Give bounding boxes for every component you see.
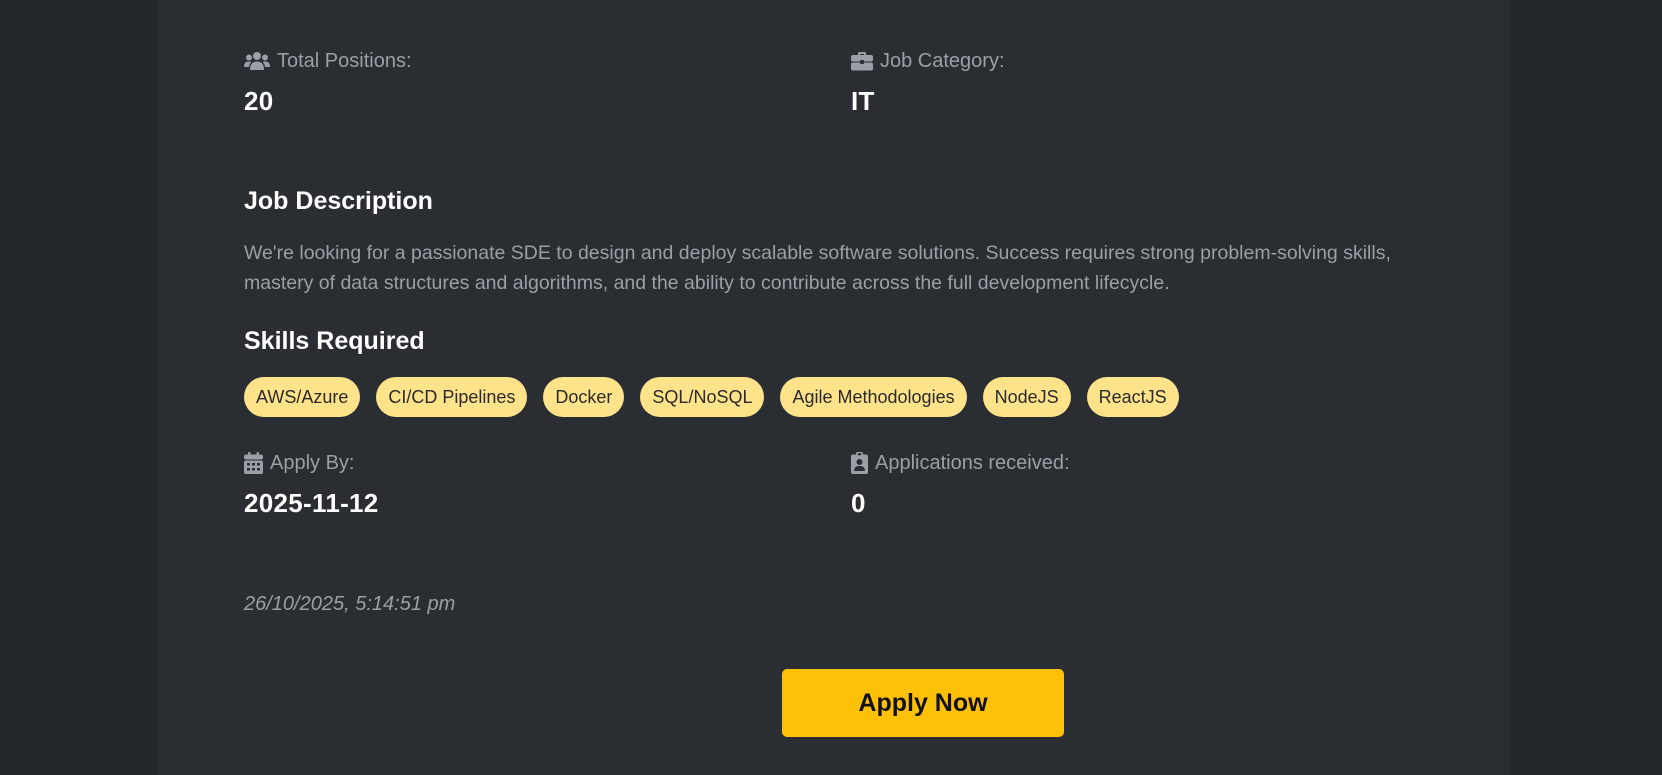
skills-required-title: Skills Required <box>244 327 425 355</box>
applications-received: Applications received: 0 <box>851 450 1070 519</box>
info-row-bottom: Apply By: 2025-11-12 Applications receiv… <box>244 450 1424 530</box>
job-category-label: Job Category: <box>880 49 1005 72</box>
applications-value: 0 <box>851 488 866 518</box>
applications-label-row: Applications received: <box>851 450 1070 476</box>
job-description-text: We're looking for a passionate SDE to de… <box>244 242 1391 294</box>
apply-now-button[interactable]: Apply Now <box>782 669 1064 737</box>
skill-chip: AWS/Azure <box>244 377 361 417</box>
apply-by: Apply By: 2025-11-12 <box>244 450 379 519</box>
job-category-value: IT <box>851 86 875 116</box>
skills-list: AWS/Azure CI/CD Pipelines Docker SQL/NoS… <box>244 377 1179 417</box>
job-category-label-row: Job Category: <box>851 48 1005 74</box>
job-category: Job Category: IT <box>851 48 1005 117</box>
posted-timestamp: 26/10/2025, 5:14:51 pm <box>244 593 456 615</box>
page: Total Positions: 20 Job Category: IT Job… <box>0 0 1662 775</box>
users-icon <box>244 51 270 71</box>
calendar-icon <box>244 452 263 474</box>
skill-chip: Docker <box>543 377 625 417</box>
total-positions: Total Positions: 20 <box>244 48 412 117</box>
apply-by-value: 2025-11-12 <box>244 488 379 518</box>
skill-chip: NodeJS <box>982 377 1071 417</box>
info-row-top: Total Positions: 20 Job Category: IT <box>244 0 1424 125</box>
skill-chip: SQL/NoSQL <box>640 377 765 417</box>
clipboard-user-icon <box>851 452 868 474</box>
briefcase-icon <box>851 51 873 71</box>
skill-chip: ReactJS <box>1086 377 1179 417</box>
job-description-title: Job Description <box>244 187 433 215</box>
skill-chip: CI/CD Pipelines <box>376 377 528 417</box>
apply-by-label-row: Apply By: <box>244 450 379 476</box>
total-positions-label: Total Positions: <box>277 49 412 72</box>
total-positions-value: 20 <box>244 86 274 116</box>
applications-label: Applications received: <box>875 451 1070 474</box>
skill-chip: Agile Methodologies <box>780 377 967 417</box>
job-detail-content: Total Positions: 20 Job Category: IT Job… <box>244 0 1424 737</box>
apply-by-label: Apply By: <box>270 451 355 474</box>
total-positions-label-row: Total Positions: <box>244 48 412 74</box>
job-detail-card: Total Positions: 20 Job Category: IT Job… <box>158 0 1510 775</box>
